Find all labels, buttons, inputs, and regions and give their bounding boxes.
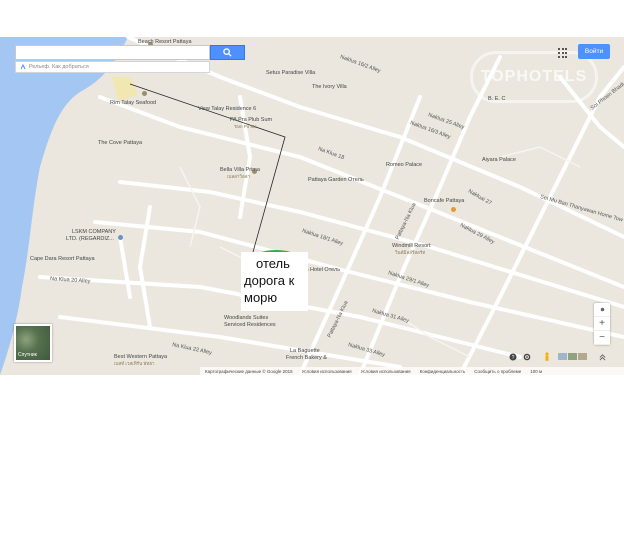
settings-button[interactable]: [522, 351, 532, 363]
place-label[interactable]: View Talay Residence 6: [198, 106, 256, 113]
pegman-button[interactable]: [542, 351, 552, 363]
place-label[interactable]: The Ivory Villa: [312, 84, 347, 91]
gear-icon: [523, 353, 531, 361]
help-icon: ?: [509, 353, 517, 361]
expand-button[interactable]: [597, 351, 607, 363]
search-input[interactable]: [15, 45, 210, 60]
place-label[interactable]: Woodlands Suites: [224, 315, 268, 322]
footer-item[interactable]: Конфиденциальность: [420, 369, 466, 374]
search-icon: [223, 48, 232, 57]
satellite-label: Спутник: [18, 352, 37, 358]
apps-grid-icon[interactable]: [558, 48, 568, 58]
place-label[interactable]: PA Pra Plub Sum: [230, 117, 272, 124]
place-label[interactable]: The Cove Pattaya: [98, 140, 142, 147]
place-label[interactable]: Cape Dara Resort Pattaya: [30, 256, 95, 263]
pegman-icon: [545, 352, 549, 361]
annotation-line: морю: [244, 290, 278, 305]
place-label[interactable]: Setus Paradise Villa: [266, 70, 315, 77]
place-label[interactable]: Windmill Resort: [392, 243, 431, 250]
place-label[interactable]: French Bakery &: [286, 355, 327, 362]
directions-label: Рельеф. Как добраться: [29, 64, 89, 70]
place-label[interactable]: Bella Villa Prima: [220, 167, 260, 174]
place-label[interactable]: LSKM COMPANY: [72, 229, 116, 236]
imagery-thumbnails-icon: [558, 353, 587, 360]
footer-item[interactable]: Условия использования: [361, 369, 411, 374]
poi-icon[interactable]: [118, 235, 123, 240]
place-sublabel: เบลล่าวิลล่า: [227, 174, 251, 179]
place-sublabel: Tam Po Ma: [234, 124, 257, 129]
imagery-thumbnails[interactable]: [558, 351, 588, 363]
place-label[interactable]: Best Western Pattaya: [114, 354, 167, 361]
my-location-button[interactable]: [594, 303, 610, 317]
search-button[interactable]: [210, 45, 245, 60]
place-label[interactable]: Romeo Palace: [386, 162, 422, 169]
footer-item[interactable]: Условия использования: [302, 369, 352, 374]
place-label[interactable]: Serviced Residences: [224, 322, 276, 329]
annotation-text: отель дорога к морю: [244, 255, 294, 306]
place-label[interactable]: LTD. (REGARDIZ...: [66, 236, 114, 243]
place-label[interactable]: Pattaya Garden Отель: [308, 177, 364, 184]
place-label[interactable]: La Baguette: [290, 348, 320, 355]
annotation-line: отель: [256, 256, 290, 271]
zoom-out-button[interactable]: −: [594, 331, 610, 345]
place-label[interactable]: Aiyara Palace: [482, 157, 516, 164]
satellite-toggle[interactable]: Спутник: [14, 324, 52, 362]
help-button[interactable]: ?: [508, 351, 518, 363]
poi-icon[interactable]: [142, 91, 147, 96]
directions-icon: [20, 64, 26, 70]
place-label[interactable]: Boncafe Pattaya: [424, 198, 464, 205]
zoom-control: + −: [594, 303, 610, 345]
location-icon: [600, 307, 604, 312]
place-sublabel: วินด์มิลล์รีสอร์ท: [395, 250, 426, 255]
poi-icon[interactable]: [451, 207, 456, 212]
place-sublabel: เบสท์ เวสเทิร์น พัทยา: [114, 361, 155, 366]
annotation-line: дорога к: [244, 273, 295, 288]
footer-item: Картографические данные © Google 2015: [205, 368, 293, 374]
footer-item[interactable]: Сообщить о проблеме: [474, 369, 521, 374]
map-footer: Картографические данные © Google 2015 Ус…: [200, 367, 624, 375]
signin-button[interactable]: Войти: [578, 44, 610, 59]
scale-label: 100 м: [530, 368, 543, 374]
directions-link[interactable]: Рельеф. Как добраться: [15, 61, 210, 73]
map-canvas[interactable]: TOPHOTELS Beach Resort Pattaya Setus Par…: [0, 37, 624, 375]
place-label[interactable]: B. E. C: [488, 96, 505, 103]
place-label[interactable]: Rim Talay Seafood: [110, 100, 156, 107]
chevron-up-icon: [599, 353, 605, 360]
svg-text:?: ?: [512, 355, 515, 361]
zoom-in-button[interactable]: +: [594, 317, 610, 331]
